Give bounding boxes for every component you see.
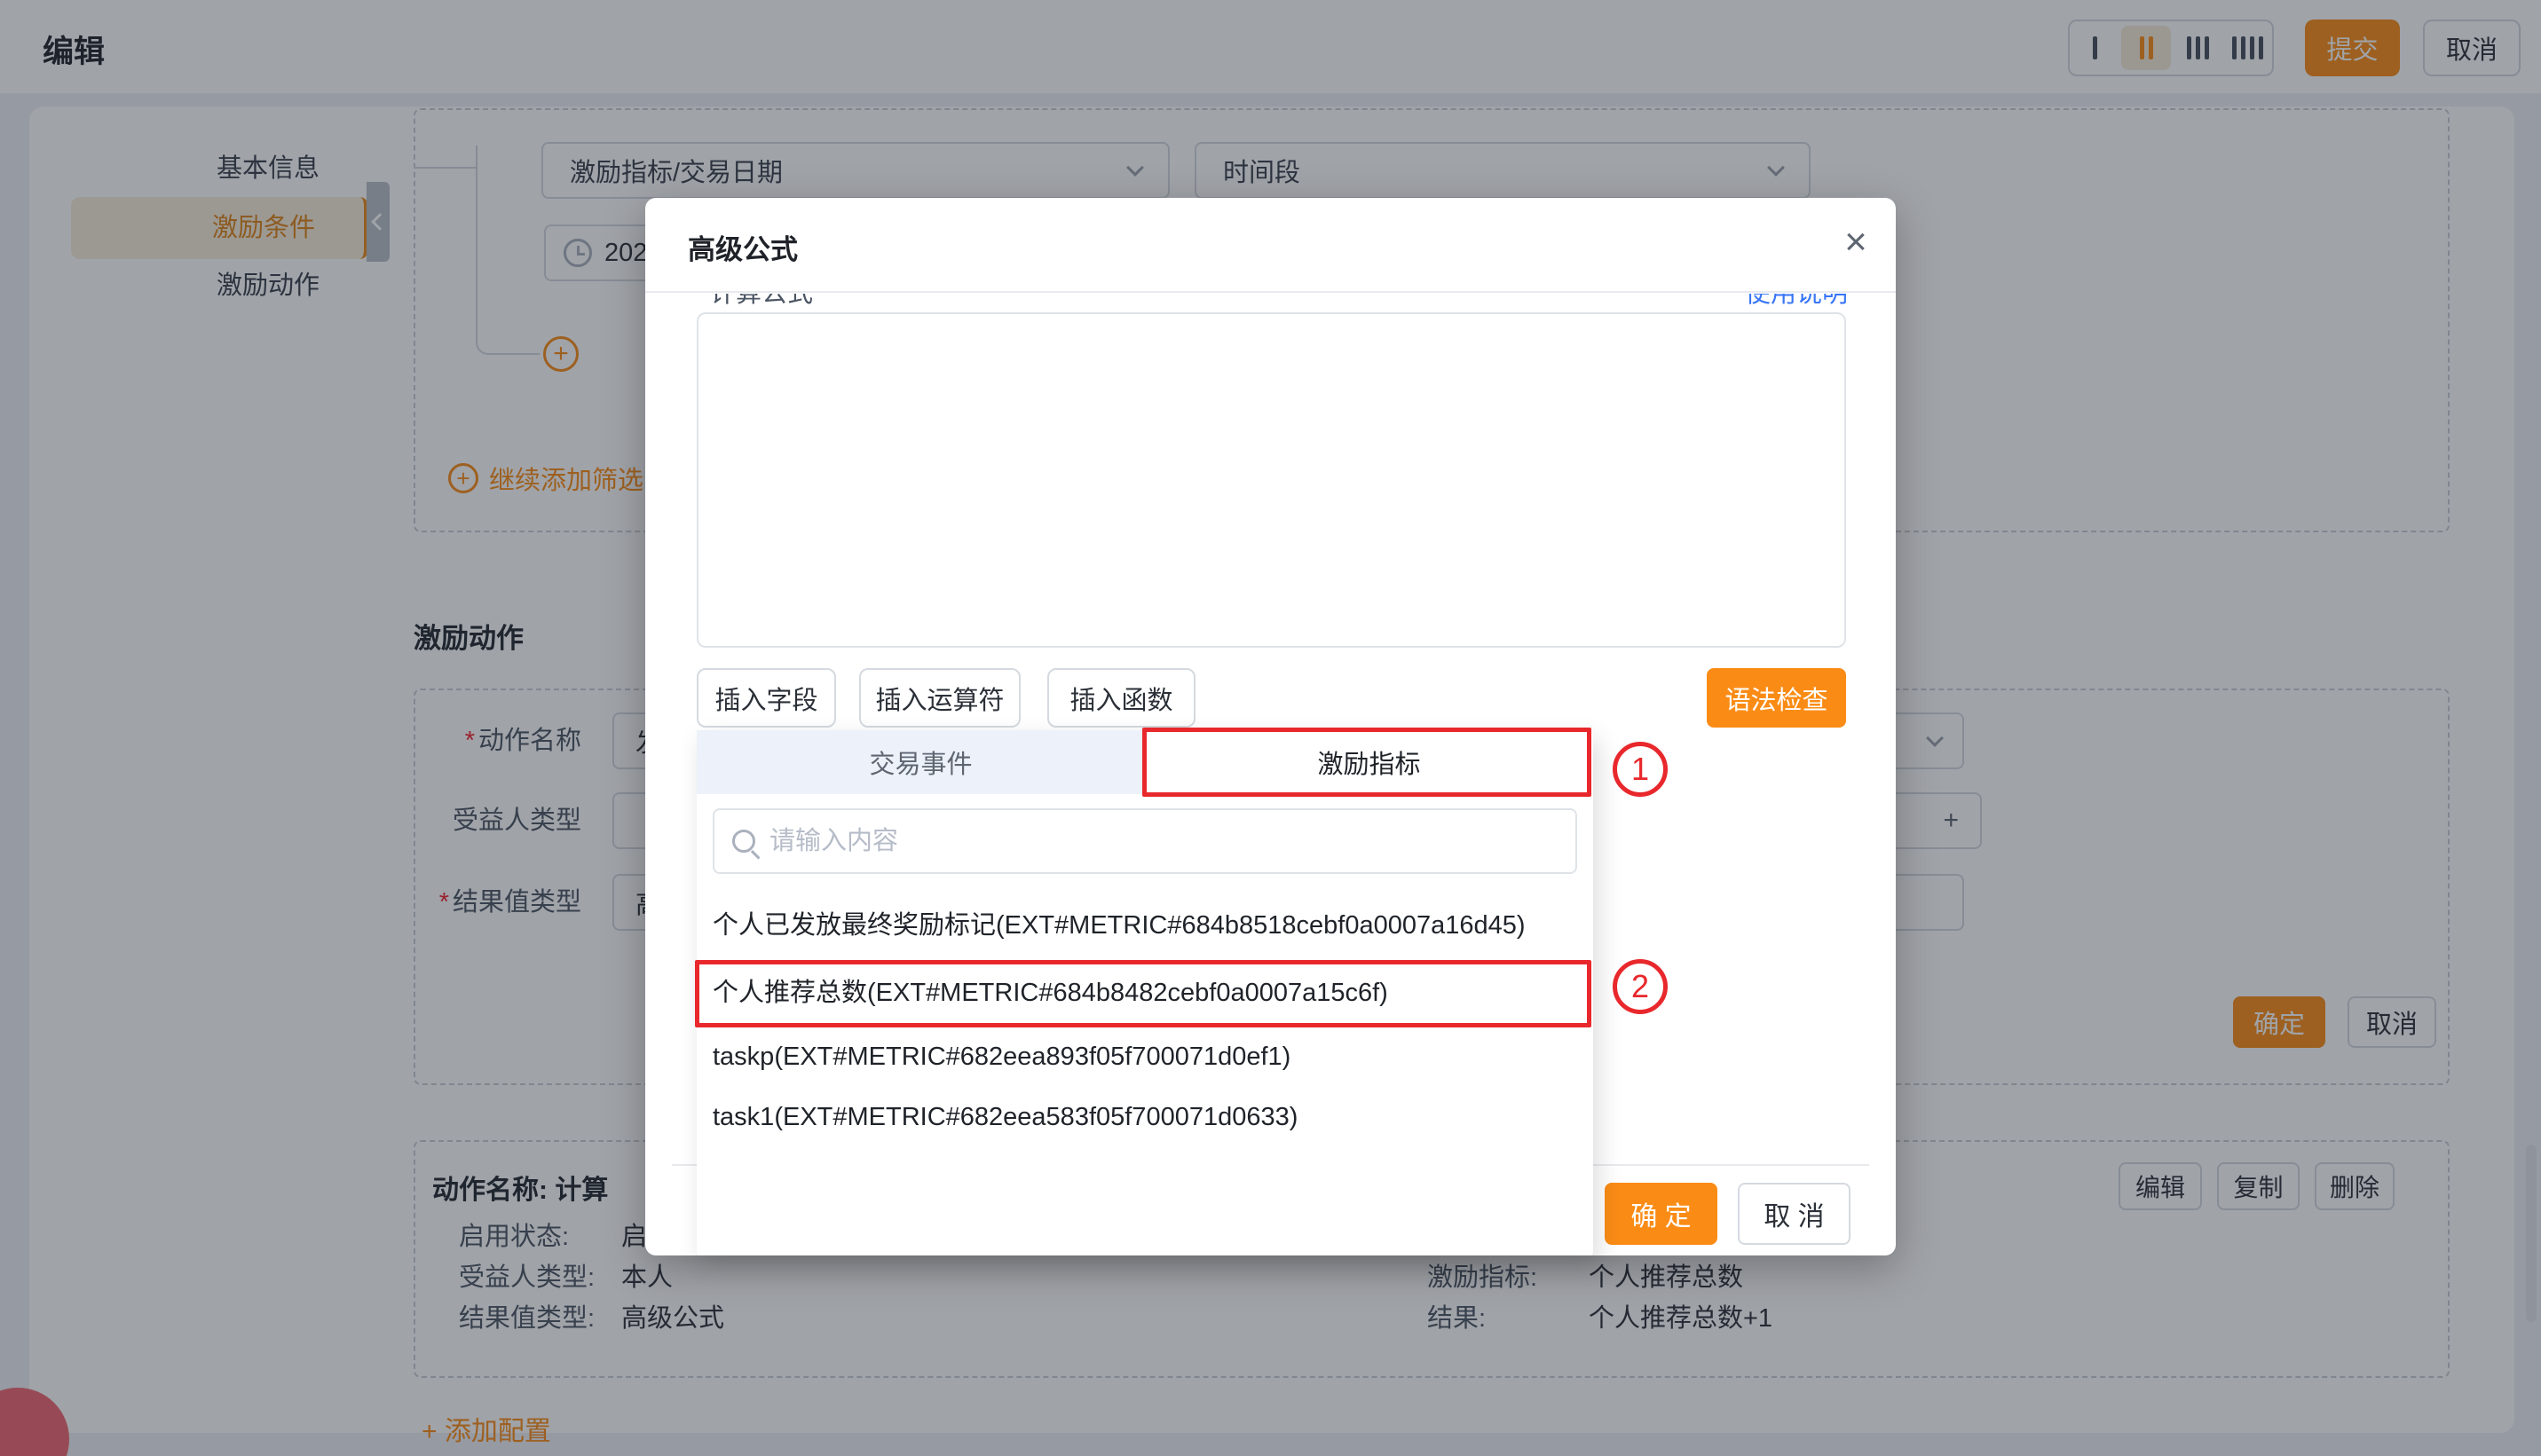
insert-function-button[interactable]: 插入函数 bbox=[1047, 668, 1196, 728]
metric-search-field[interactable] bbox=[713, 808, 1577, 874]
syntax-check-button[interactable]: 语法检查 bbox=[1707, 668, 1846, 728]
annotation-step1-badge: 1 bbox=[1613, 742, 1668, 797]
annotation-step2-badge: 2 bbox=[1613, 959, 1668, 1014]
annotation-box-step1 bbox=[1142, 728, 1591, 797]
modal-header-divider bbox=[645, 291, 1896, 293]
modal-cancel-button[interactable]: 取 消 bbox=[1738, 1183, 1851, 1245]
metric-option-4[interactable]: task1(EXT#METRIC#682eea583f05f700071d063… bbox=[713, 1090, 1577, 1144]
screen: 编辑 提交 取消 基本信息 激励条件 激励动作 激励指标/交易日期 时间段 20… bbox=[0, 0, 2541, 1456]
metric-option-1[interactable]: 个人已发放最终奖励标记(EXT#METRIC#684b8518cebf0a000… bbox=[713, 899, 1577, 952]
modal-title: 高级公式 bbox=[688, 227, 798, 267]
formula-field-label-clipped: 计算公式 bbox=[710, 294, 813, 306]
tab-transaction-events[interactable]: 交易事件 bbox=[697, 730, 1145, 794]
search-icon bbox=[732, 830, 755, 853]
help-link-clipped[interactable]: 使用说明 bbox=[1701, 294, 1848, 306]
modal-ok-button[interactable]: 确 定 bbox=[1605, 1183, 1717, 1245]
search-input[interactable] bbox=[769, 827, 1558, 856]
metric-option-3[interactable]: taskp(EXT#METRIC#682eea893f05f700071d0ef… bbox=[713, 1030, 1577, 1083]
close-icon[interactable]: × bbox=[1831, 217, 1881, 267]
formula-textarea[interactable] bbox=[697, 312, 1846, 648]
annotation-box-step2 bbox=[695, 960, 1591, 1027]
insert-field-button[interactable]: 插入字段 bbox=[697, 668, 836, 728]
insert-operator-button[interactable]: 插入运算符 bbox=[859, 668, 1021, 728]
